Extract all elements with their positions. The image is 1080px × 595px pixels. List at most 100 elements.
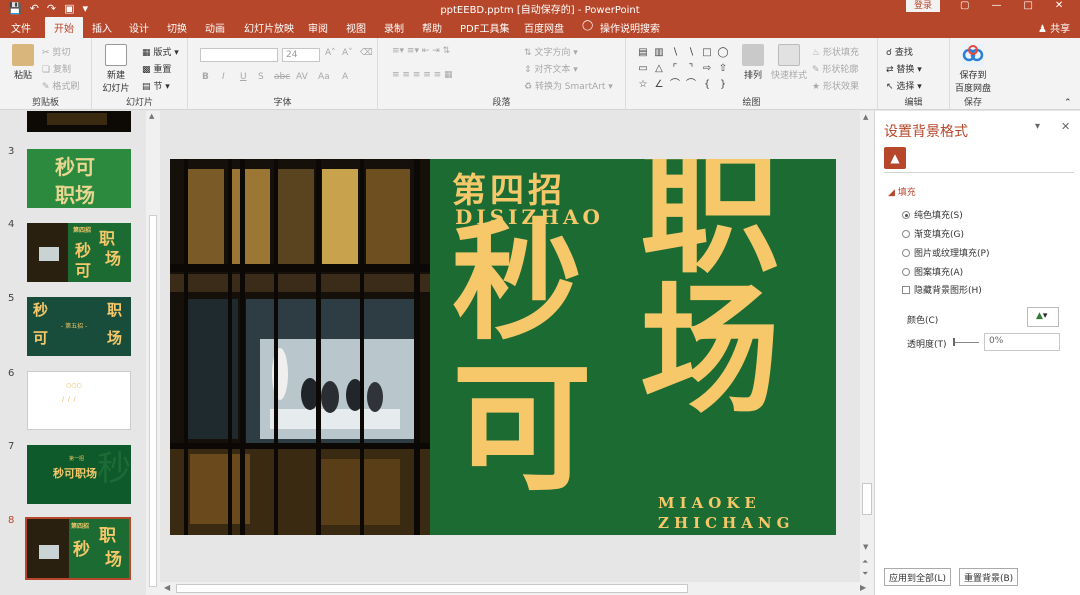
thumbnail-scrollbar[interactable]: ▲ (146, 111, 160, 595)
tab-home[interactable]: 开始 (45, 17, 83, 38)
reset-button[interactable]: ▩ 重置 (142, 62, 171, 75)
color-picker-button[interactable]: ▲▾ (1027, 307, 1059, 327)
slide-thumbnail-2[interactable] (27, 111, 131, 132)
save-to-netdisk-button[interactable]: 保存到 百度网盘 (952, 44, 994, 94)
reset-background-button[interactable]: 重置背景(B) (959, 568, 1019, 586)
layout-button[interactable]: ▦ 版式 ▾ (142, 45, 179, 58)
tab-transitions[interactable]: 切换 (167, 20, 187, 35)
close-icon[interactable]: ✕ (1055, 0, 1063, 11)
tab-slideshow[interactable]: 幻灯片放映 (244, 20, 294, 35)
shape-fill-button[interactable]: ♨ 形状填充 (812, 45, 859, 58)
char-spacing-button[interactable]: AV (296, 72, 308, 82)
transparency-slider[interactable] (953, 342, 979, 343)
clear-format-icon[interactable]: ⌫ (360, 48, 373, 58)
share-button[interactable]: ♟ 共享 (1038, 20, 1070, 35)
picture-fill-option[interactable]: 图片或纹理填充(P) (902, 246, 989, 259)
hide-background-checkbox[interactable]: 隐藏背景图形(H) (902, 283, 982, 296)
ribbon-options-icon[interactable]: ▢ (960, 0, 969, 11)
tab-view[interactable]: 视图 (346, 20, 366, 35)
thumbnail-scroll-thumb[interactable] (149, 215, 157, 587)
slide-thumbnail-pane: 3 秒可 职场 4 第四招 职 秒 场 可 5 秒 可 职 场 - 第五招 - … (0, 111, 160, 595)
shrink-font-icon[interactable]: A˅ (342, 48, 353, 58)
change-case-button[interactable]: Aa (318, 72, 330, 82)
find-button[interactable]: ☌ 查找 (886, 45, 913, 58)
slide-thumbnail-8[interactable]: 第四招 职 秒 场 (25, 517, 131, 580)
replace-button[interactable]: ⇄ 替换 ▾ (886, 62, 922, 75)
cut-button[interactable]: ✂ 剪切 (42, 45, 70, 58)
next-slide-icon[interactable]: ⏷ (862, 569, 868, 579)
smartart-button[interactable]: ♻ 转换为 SmartArt ▾ (524, 79, 613, 92)
pattern-fill-option[interactable]: 图案填充(A) (902, 265, 963, 278)
horizontal-scroll-thumb[interactable] (176, 584, 688, 593)
font-size-select[interactable]: 24 (282, 48, 320, 62)
scroll-right-icon[interactable]: ▶ (860, 583, 866, 592)
current-slide[interactable]: 第四招 DISIZHAO 职 秒 场 可 MIAOKE ZHICHANG (170, 159, 836, 535)
arrange-button[interactable]: 排列 (738, 44, 768, 81)
tab-animations[interactable]: 动画 (205, 20, 225, 35)
tab-design[interactable]: 设计 (129, 20, 149, 35)
previous-slide-icon[interactable]: ⏶ (862, 557, 868, 567)
slide-thumbnail-7[interactable]: 秒 第一招 秒可职场 (27, 445, 131, 504)
shape-effects-button[interactable]: ★ 形状效果 (812, 79, 859, 92)
tab-insert[interactable]: 插入 (92, 20, 112, 35)
transparency-input[interactable]: 0% (984, 333, 1060, 351)
text-direction-button[interactable]: ⇅ 文字方向 ▾ (524, 45, 578, 58)
fill-section-header[interactable]: ◢ 填充 (888, 185, 916, 198)
new-slide-button[interactable]: 新建 幻灯片 (98, 44, 134, 94)
font-group: 24 A˄ A˅ ⌫ B I U S abc AV Aa A 字体 (188, 38, 378, 110)
tab-pdf-tools[interactable]: PDF工具集 (460, 20, 509, 35)
scroll-up-icon[interactable]: ▲ (863, 113, 868, 121)
scroll-down-icon[interactable]: ▼ (863, 543, 868, 551)
radio-icon (902, 268, 910, 276)
slide-horizontal-scrollbar[interactable]: ◀ ▶ (160, 582, 874, 595)
scroll-up-icon[interactable]: ▲ (149, 112, 154, 120)
select-button[interactable]: ↖ 选择 ▾ (886, 79, 922, 92)
tab-file[interactable]: 文件 (11, 20, 31, 35)
slide-thumbnail-5[interactable]: 秒 可 职 场 - 第五招 - (27, 297, 131, 356)
slide-scroll-thumb[interactable] (862, 483, 872, 515)
solid-fill-option[interactable]: 纯色填充(S) (902, 208, 963, 221)
slide-thumbnail-4[interactable]: 第四招 职 秒 场 可 (27, 223, 131, 282)
transparency-slider-handle[interactable] (953, 338, 955, 346)
font-family-select[interactable] (200, 48, 278, 62)
apply-to-all-button[interactable]: 应用到全部(L) (884, 568, 952, 586)
tab-baidu-netdisk[interactable]: 百度网盘 (524, 20, 564, 35)
copy-button[interactable]: ❏ 复制 (42, 62, 71, 75)
login-button[interactable]: 登录 (906, 0, 940, 12)
italic-button[interactable]: I (222, 72, 225, 82)
grow-font-icon[interactable]: A˄ (325, 48, 336, 58)
gradient-fill-option[interactable]: 渐变填充(G) (902, 227, 964, 240)
align-icons[interactable]: ≡ ≡ ≡ ≡ ≡ ▦ (392, 70, 453, 80)
font-color-button[interactable]: A (342, 72, 348, 82)
window-controls: ▢ — □ ✕ (960, 0, 1063, 11)
collapse-ribbon-icon[interactable]: ⌃ (1064, 98, 1072, 108)
paste-button[interactable]: 粘贴 (8, 44, 38, 81)
bullets-icon[interactable]: ≡▾ ≡▾ ⇤ ⇥ ⇅ (392, 46, 450, 56)
align-text-button[interactable]: ⇕ 对齐文本 ▾ (524, 62, 578, 75)
shadow-button[interactable]: S (258, 72, 264, 82)
underline-button[interactable]: U (240, 72, 247, 82)
section-button[interactable]: ▤ 节 ▾ (142, 79, 170, 92)
slide-thumbnail-6[interactable]: ○○○ / / / (27, 371, 131, 430)
pane-dropdown-icon[interactable]: ▾ (1035, 121, 1040, 132)
minimize-icon[interactable]: — (991, 0, 1001, 11)
quick-styles-button[interactable]: 快速样式 (770, 44, 808, 81)
bold-button[interactable]: B (202, 72, 209, 82)
tab-help[interactable]: 帮助 (422, 20, 442, 35)
checkbox-icon (902, 286, 910, 294)
strikethrough-button[interactable]: abc (274, 72, 290, 82)
tab-review[interactable]: 审阅 (308, 20, 328, 35)
slide-thumbnail-3[interactable]: 秒可 职场 (27, 149, 131, 208)
shape-outline-button[interactable]: ✎ 形状轮廓 (812, 62, 858, 75)
tab-record[interactable]: 录制 (384, 20, 404, 35)
transparency-label: 透明度(T) (907, 340, 947, 350)
shapes-gallery[interactable]: ▤ ▥ ∖ ∖ □ ◯ ▭ △ ⌜ ⌝ ⇨ ⇧ ☆ ∠ ⌒ ⌒ {} (636, 46, 728, 92)
slide-vertical-scrollbar[interactable]: ▲ ▼ ⏶ ⏷ (860, 111, 874, 582)
maximize-icon[interactable]: □ (1023, 0, 1032, 11)
close-pane-icon[interactable]: ✕ (1061, 120, 1070, 133)
fill-bucket-icon[interactable]: ▲ (884, 147, 906, 169)
scroll-left-icon[interactable]: ◀ (164, 583, 170, 592)
person-icon: ♟ (1038, 24, 1047, 35)
format-painter-button[interactable]: ✎ 格式刷 (42, 79, 79, 92)
tell-me-search[interactable]: 操作说明搜索 (600, 20, 660, 35)
